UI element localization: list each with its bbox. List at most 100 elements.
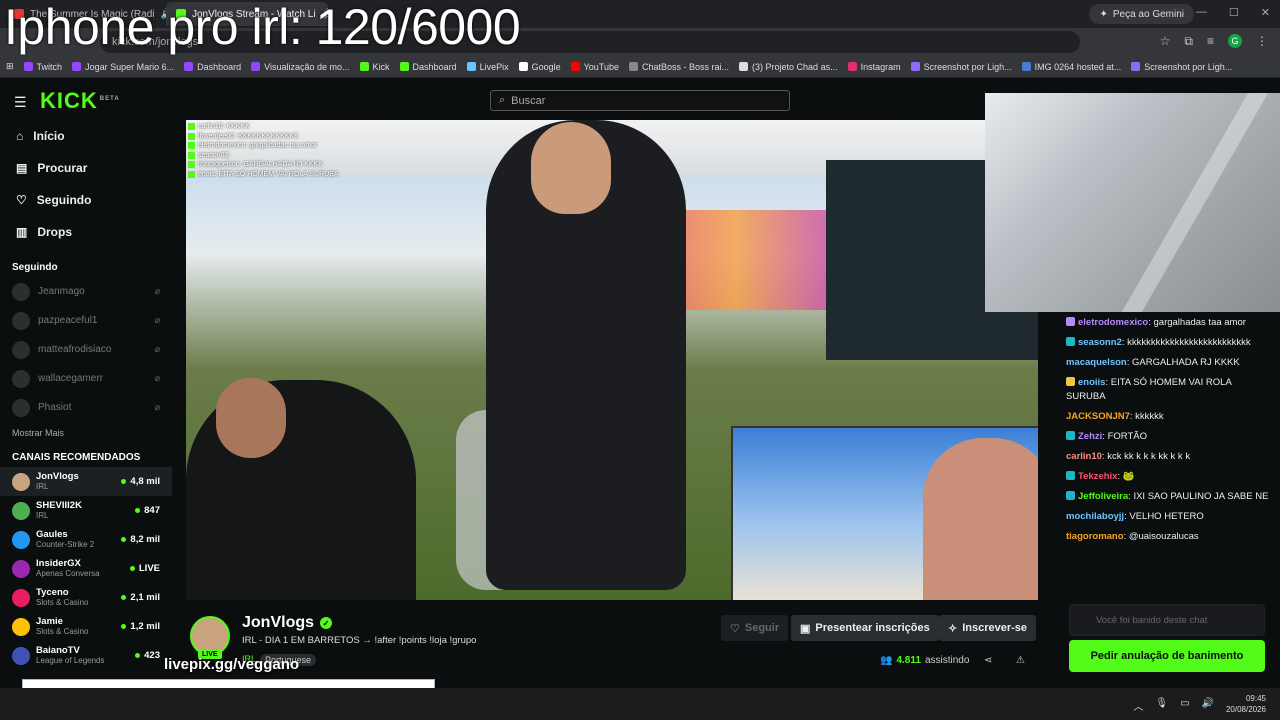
chat-text: kck kk k k k kk k k k [1107,451,1191,462]
bookmark-item[interactable]: YouTube [570,62,619,72]
chat-username[interactable]: seasonn2 [1078,337,1122,348]
display-icon[interactable]: ▭ [1180,698,1189,713]
bookmark-item[interactable]: Kick [359,62,390,72]
chat-username[interactable]: tiagoromano [1066,531,1124,542]
chat-message: carlin10: kck kk k k k kk k k k [1066,451,1191,462]
viewer-count: LIVE [138,563,160,574]
chat-message: mochilaboyjj: VELHO HETERO [1066,511,1204,522]
minimize-icon[interactable]: — [1196,6,1207,19]
chat-badge-icon [1066,491,1075,500]
bookmark-favicon-icon [629,62,638,71]
gemini-button[interactable]: ✦ Peça ao Gemini [1089,4,1194,24]
video-chat-text: macaquelson: GARGALHADA RJ KKKK [198,161,323,168]
chat-text: kkkkkkkkkkkkkkkkkkkkkkkkkk [1127,337,1251,348]
chevron-up-icon[interactable]: ︿ [1133,698,1143,713]
following-channel[interactable]: pazpeaceful1 ⌀ [0,306,172,335]
star-icon[interactable]: ☆ [1160,34,1171,49]
apps-icon[interactable]: ⊞ [6,61,14,72]
bookmark-item[interactable]: Dashboard [399,62,457,72]
bookmark-favicon-icon [847,62,857,71]
video-chat-text: enois: EITA SÓ HOMEM VAI ROLA SURUBA [198,170,339,178]
recommended-channel[interactable]: Jamie Slots & Casino 1,2 mil [0,612,172,641]
viewer-count: 423 [144,650,160,661]
chat-username[interactable]: macaquelson [1066,357,1127,368]
offline-icon: ⌀ [154,373,160,383]
bookmark-item[interactable]: ChatBoss - Boss rai... [629,62,729,72]
recommended-channel[interactable]: BaianoTV League of Legends 423 [0,641,172,670]
bookmark-item[interactable]: Screenshot por Ligh... [1131,62,1232,72]
clock[interactable]: 09:45 20/08/2026 [1226,693,1266,715]
bookmark-item[interactable]: Jogar Super Mario 6... [72,62,174,72]
request-unban-button[interactable]: Pedir anulação de banimento [1069,640,1265,672]
extensions-icon[interactable]: ⧉ [1184,34,1193,49]
chat-username[interactable]: carlin10 [1066,451,1102,462]
subscribe-button[interactable]: ✧ Inscrever-se [939,615,1037,641]
viewer-count: 1,2 mil [130,621,160,632]
bookmark-item[interactable]: LivePix [466,62,509,72]
sidebar-nav-item[interactable]: ♡ Seguindo [0,184,172,216]
chat-username[interactable]: eletrodomexico [1078,317,1148,328]
sidebar-nav-item[interactable]: ▤ Procurar [0,152,172,184]
bookmarks-bar: ⊞ Twitch Jogar Super Mario 6... Dashboard Vi… [0,56,1280,78]
chat-username[interactable]: Tekzehix [1078,471,1117,482]
channel-avatar [12,340,30,359]
following-channel[interactable]: Jeanmago ⌀ [0,277,172,306]
bookmark-item[interactable]: Visualização de mo... [251,62,350,72]
channel-name: InsiderGX [36,558,81,569]
recommended-channel[interactable]: Gaules Counter-Strike 2 8,2 mil [0,525,172,554]
pip-camera [731,426,1038,600]
bookmark-label: Twitch [36,61,63,72]
gift-subs-button[interactable]: ▣ Presentear inscrições [791,615,939,641]
gemini-icon: ✦ [1099,8,1108,20]
video-player[interactable]: carlin10: KKKKK lhwerdee00: KKKKKKKKKKKKK… [186,120,1038,600]
chat-username[interactable]: Zehzi [1078,431,1102,442]
share-icon[interactable]: ⋖ [984,655,992,666]
following-channel[interactable]: wallacegamerr ⌀ [0,364,172,393]
sidebar-nav-item[interactable]: ⌂ Início [0,120,172,152]
media-icon[interactable]: ≡ [1207,34,1214,49]
bookmark-item[interactable]: (3) Projeto Chad as... [739,62,838,72]
channel-name: wallacegamerr [38,373,104,384]
bookmark-item[interactable]: Dashboard [184,62,241,72]
volume-icon[interactable]: 🔊 [1202,698,1214,713]
profile-avatar[interactable]: G [1228,34,1242,48]
bookmark-item[interactable]: IMG 0264 hosted at... [1021,62,1121,72]
following-channel[interactable]: Phasiot ⌀ [0,393,172,422]
report-icon[interactable]: ⚠ [1016,655,1025,666]
recommended-channel[interactable]: Tyceno Slots & Casino 2,1 mil [0,583,172,612]
gift-icon: ▣ [800,622,811,635]
following-channel[interactable]: matteafrodisiaco ⌀ [0,335,172,364]
window-controls: — ☐ ✕ [1196,6,1270,19]
maximize-icon[interactable]: ☐ [1229,6,1239,19]
recommended-channel[interactable]: JonVlogs IRL 4,8 mil [0,467,172,496]
bookmark-item[interactable]: Twitch [23,61,63,72]
close-window-icon[interactable]: ✕ [1261,6,1270,19]
bookmark-item[interactable]: Screenshot por Ligh... [910,62,1012,72]
chat-username[interactable]: JACKSONJN7 [1066,411,1130,422]
kick-logo[interactable]: KICK BETA [40,88,120,114]
hamburger-menu-icon[interactable]: ☰ [14,94,27,111]
bookmark-label: (3) Projeto Chad as... [752,61,838,72]
recommended-channel[interactable]: InsiderGX Apenas Conversa LIVE [0,554,172,583]
chat-username[interactable]: Jeffoliveira [1078,491,1128,502]
streamer-name[interactable]: JonVlogs ✓ [242,614,333,632]
show-more-link[interactable]: Mostrar Mais [0,428,172,438]
chat-input[interactable]: Você foi banido deste chat [1069,604,1265,636]
bookmark-item[interactable]: Google [518,62,561,72]
sidebar-nav-item[interactable]: ▥ Drops [0,216,172,248]
channel-text: Jamie Slots & Casino [36,617,121,637]
chat-username[interactable]: mochilaboyjj [1066,511,1124,522]
bookmark-item[interactable]: Instagram [847,62,901,72]
viewer-count: 2,1 mil [130,592,160,603]
video-chat-line: season02: [188,151,339,161]
chat-badge-icon [1066,377,1075,386]
search-input[interactable]: ⌕ Buscar [490,90,790,111]
channel-avatar [12,617,30,636]
light-streak [1121,93,1269,312]
recommended-channel[interactable]: SHEVIII2K IRL 847 [0,496,172,525]
menu-icon[interactable]: ⋮ [1256,34,1268,49]
chat-username[interactable]: enoiis [1078,377,1105,388]
microphone-icon[interactable]: 🎙 [1155,698,1168,713]
follow-button[interactable]: ♡ Seguir [721,615,789,641]
video-chat-line: enois: EITA SÓ HOMEM VAI ROLA SURUBA [188,170,339,180]
